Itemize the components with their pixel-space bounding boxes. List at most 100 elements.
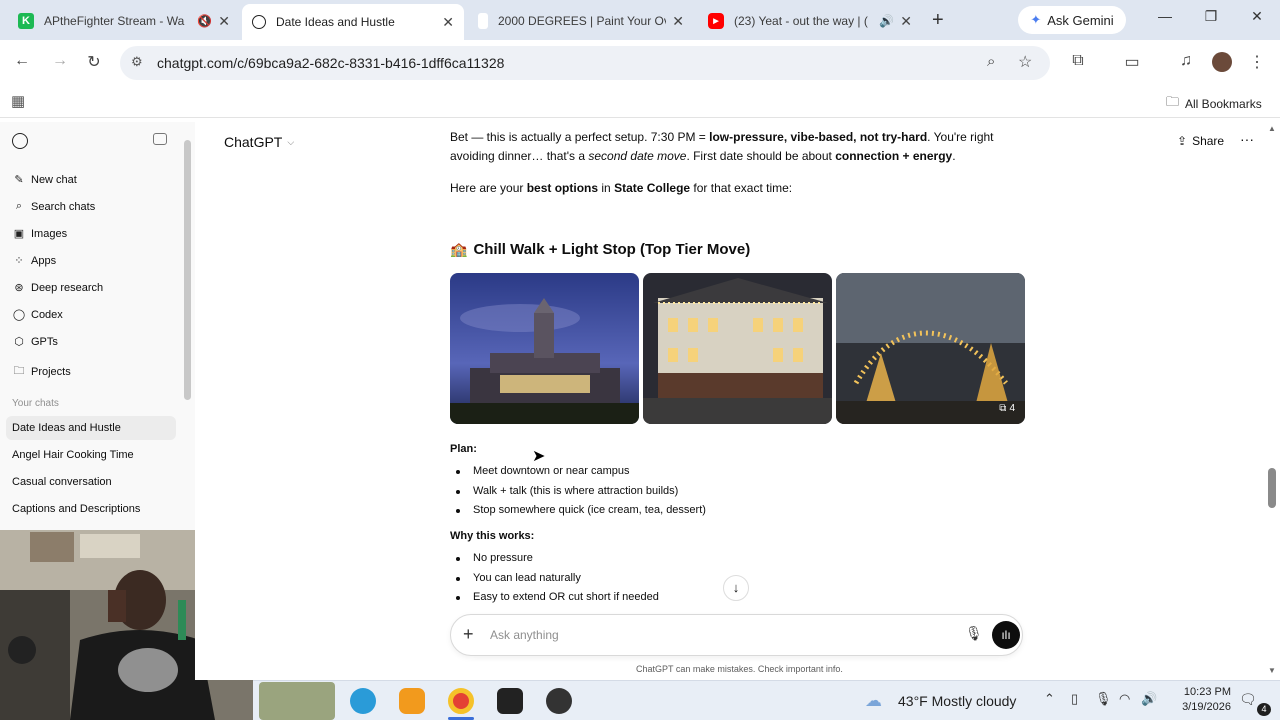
muted-speaker-icon[interactable]: 🔇 bbox=[197, 14, 212, 28]
clock-date: 3/19/2026 bbox=[1182, 701, 1231, 713]
scroll-down-icon[interactable]: ▼ bbox=[1268, 666, 1276, 675]
sidebar-item-images[interactable]: ▣ Images bbox=[12, 227, 68, 241]
chat-item-casual-conversation[interactable]: Casual conversation bbox=[12, 476, 112, 488]
weather-widget[interactable]: 43°F Mostly cloudy bbox=[898, 693, 1016, 709]
speaker-icon[interactable]: 🔊 bbox=[879, 14, 894, 28]
more-menu-icon[interactable]: ⋮ bbox=[1246, 52, 1268, 72]
close-sidebar-icon[interactable] bbox=[153, 133, 167, 145]
search-icon: ⌕ bbox=[15, 200, 23, 212]
plan-item: Meet downtown or near campus bbox=[473, 465, 630, 477]
tab-2000-degrees[interactable]: 2000 DEGREES | Paint Your Ov ✕ bbox=[468, 6, 694, 36]
browser-toolbar: ← → ↻ ⚙ chatgpt.com/c/69bca9a2-682c-8331… bbox=[0, 40, 1280, 86]
zoom-icon[interactable]: ⌕ bbox=[987, 53, 995, 70]
reload-icon[interactable]: ↻ bbox=[83, 52, 105, 72]
bookmarks-bar: ▦ 🗀 All Bookmarks bbox=[0, 86, 1280, 118]
ask-gemini-button[interactable]: ✦ Ask Gemini bbox=[1018, 6, 1126, 34]
light-garden-photo[interactable]: ⧉ 4 bbox=[836, 273, 1025, 424]
url-text[interactable]: chatgpt.com/c/69bca9a2-682c-8331-b416-1d… bbox=[157, 55, 504, 71]
device-icon[interactable]: ▯ bbox=[1071, 691, 1078, 707]
media-controls-icon[interactable]: ♫ bbox=[1175, 52, 1197, 70]
sidebar-scrollbar[interactable] bbox=[184, 140, 191, 400]
prompt-input[interactable]: Ask anything bbox=[490, 628, 559, 642]
voice-mode-button[interactable]: ılı bbox=[992, 621, 1020, 649]
sidebar-item-gpts[interactable]: ⬡ GPTs bbox=[12, 335, 58, 349]
more-options-icon[interactable]: ··· bbox=[1240, 131, 1254, 147]
chat-item-captions[interactable]: Captions and Descriptions bbox=[12, 503, 140, 515]
edit-icon: ✎ bbox=[14, 174, 24, 186]
address-bar[interactable]: ⚙ chatgpt.com/c/69bca9a2-682c-8331-b416-… bbox=[120, 46, 1050, 80]
downtown-hotel-photo[interactable] bbox=[643, 273, 832, 424]
microphone-icon[interactable]: 🎙 bbox=[965, 625, 983, 642]
minimize-window-icon[interactable]: — bbox=[1150, 8, 1180, 32]
sidebar-item-codex[interactable]: ◯ Codex bbox=[12, 308, 63, 322]
weather-cloud-icon[interactable]: ☁ bbox=[865, 691, 882, 711]
sidebar-item-deep-research[interactable]: ⊛ Deep research bbox=[12, 281, 103, 295]
chat-item-angel-hair[interactable]: Angel Hair Cooking Time bbox=[12, 449, 134, 461]
clock[interactable]: 10:23 PM 3/19/2026 bbox=[1166, 685, 1231, 715]
cast-icon[interactable]: ▭ bbox=[1121, 52, 1143, 72]
all-bookmarks-button[interactable]: 🗀 All Bookmarks bbox=[1166, 93, 1262, 115]
sidebar-item-label: Images bbox=[31, 227, 68, 240]
section-title: Chill Walk + Light Stop (Top Tier Move) bbox=[473, 241, 751, 258]
plan-item: Walk + talk (this is where attraction bu… bbox=[473, 485, 679, 497]
composer[interactable]: + Ask anything 🎙 ılı bbox=[450, 614, 1023, 656]
model-selector[interactable]: ChatGPT ⌵ bbox=[224, 134, 294, 150]
browser-tab-strip: K APtheFighter Stream - Wa 🔇 ✕ Date Idea… bbox=[0, 0, 1280, 40]
plan-label: Plan: bbox=[450, 443, 477, 455]
close-tab-icon[interactable]: ✕ bbox=[218, 13, 230, 30]
tab-youtube[interactable]: ▶ (23) Yeat - out the way | ( 🔊 ✕ bbox=[698, 6, 922, 36]
site-info-icon[interactable]: ⚙ bbox=[131, 54, 143, 70]
profile-avatar[interactable] bbox=[1212, 52, 1232, 72]
chrome-icon[interactable] bbox=[448, 688, 474, 714]
volume-icon[interactable]: 🔊 bbox=[1141, 691, 1157, 707]
forward-icon[interactable]: → bbox=[49, 52, 71, 70]
show-hidden-icons-icon[interactable]: ⌃ bbox=[1044, 691, 1055, 707]
scroll-up-icon[interactable]: ▲ bbox=[1268, 124, 1276, 133]
scroll-down-button[interactable]: ↓ bbox=[723, 575, 749, 601]
fl-studio-icon[interactable] bbox=[399, 688, 425, 714]
sidebar-item-search-chats[interactable]: ⌕ Search chats bbox=[12, 200, 95, 213]
new-tab-button[interactable]: + bbox=[932, 9, 944, 32]
notification-icon[interactable]: 🗨 bbox=[1239, 691, 1257, 708]
main-scrollbar[interactable] bbox=[1268, 468, 1276, 508]
extensions-icon[interactable]: ⧉ bbox=[1067, 52, 1089, 70]
sidebar-item-apps[interactable]: ⁘ Apps bbox=[12, 254, 56, 268]
sidebar-item-projects[interactable]: 🗀 Projects bbox=[12, 362, 71, 381]
mic-tray-icon[interactable]: 🎙 bbox=[1095, 691, 1112, 707]
tab-stream[interactable]: K APtheFighter Stream - Wa 🔇 ✕ bbox=[8, 6, 240, 36]
bookmark-star-icon[interactable]: ☆ bbox=[1018, 52, 1032, 72]
edge-icon[interactable] bbox=[350, 688, 376, 714]
openai-logo-icon[interactable] bbox=[12, 133, 28, 149]
codex-icon: ◯ bbox=[12, 309, 26, 321]
capcut-icon[interactable] bbox=[497, 688, 523, 714]
obs-icon[interactable] bbox=[546, 688, 572, 714]
photo-count-badge[interactable]: ⧉ 4 bbox=[999, 403, 1015, 414]
campus-building-photo[interactable] bbox=[450, 273, 639, 424]
youtube-icon: ▶ bbox=[708, 13, 724, 29]
bullet bbox=[456, 557, 460, 561]
sidebar-item-new-chat[interactable]: ✎ New chat bbox=[12, 173, 77, 187]
chat-item-date-ideas[interactable]: Date Ideas and Hustle bbox=[12, 422, 121, 434]
attach-plus-icon[interactable]: + bbox=[463, 624, 474, 645]
close-tab-icon[interactable]: ✕ bbox=[442, 14, 454, 31]
intro-line-3: Here are your best options in State Coll… bbox=[450, 181, 793, 195]
tab-title: APtheFighter Stream - Wa bbox=[44, 14, 185, 28]
close-window-icon[interactable]: ✕ bbox=[1242, 8, 1272, 32]
wifi-icon[interactable]: ◠ bbox=[1119, 691, 1130, 707]
chatgpt-icon bbox=[252, 15, 266, 29]
ask-gemini-label: Ask Gemini bbox=[1047, 12, 1114, 28]
restore-window-icon[interactable]: ❐ bbox=[1196, 8, 1226, 32]
close-tab-icon[interactable]: ✕ bbox=[672, 13, 684, 30]
back-icon[interactable]: ← bbox=[11, 52, 33, 70]
close-tab-icon[interactable]: ✕ bbox=[900, 13, 912, 30]
sidebar-item-label: New chat bbox=[31, 173, 77, 186]
tab-date-ideas[interactable]: Date Ideas and Hustle ✕ bbox=[242, 4, 464, 40]
weather-temp: 43°F bbox=[898, 693, 928, 709]
plan-item: Stop somewhere quick (ice cream, tea, de… bbox=[473, 504, 706, 516]
sidebar: ✎ New chat ⌕ Search chats ▣ Images ⁘ Apps ⊛ D… bbox=[0, 122, 195, 530]
share-button[interactable]: ⇪ Share bbox=[1177, 134, 1224, 148]
wallpaper-thumbnail[interactable] bbox=[259, 682, 335, 720]
all-bookmarks-label: All Bookmarks bbox=[1185, 97, 1262, 111]
folder-icon: 🗀 bbox=[1166, 94, 1180, 109]
apps-grid-icon[interactable]: ▦ bbox=[11, 92, 25, 110]
